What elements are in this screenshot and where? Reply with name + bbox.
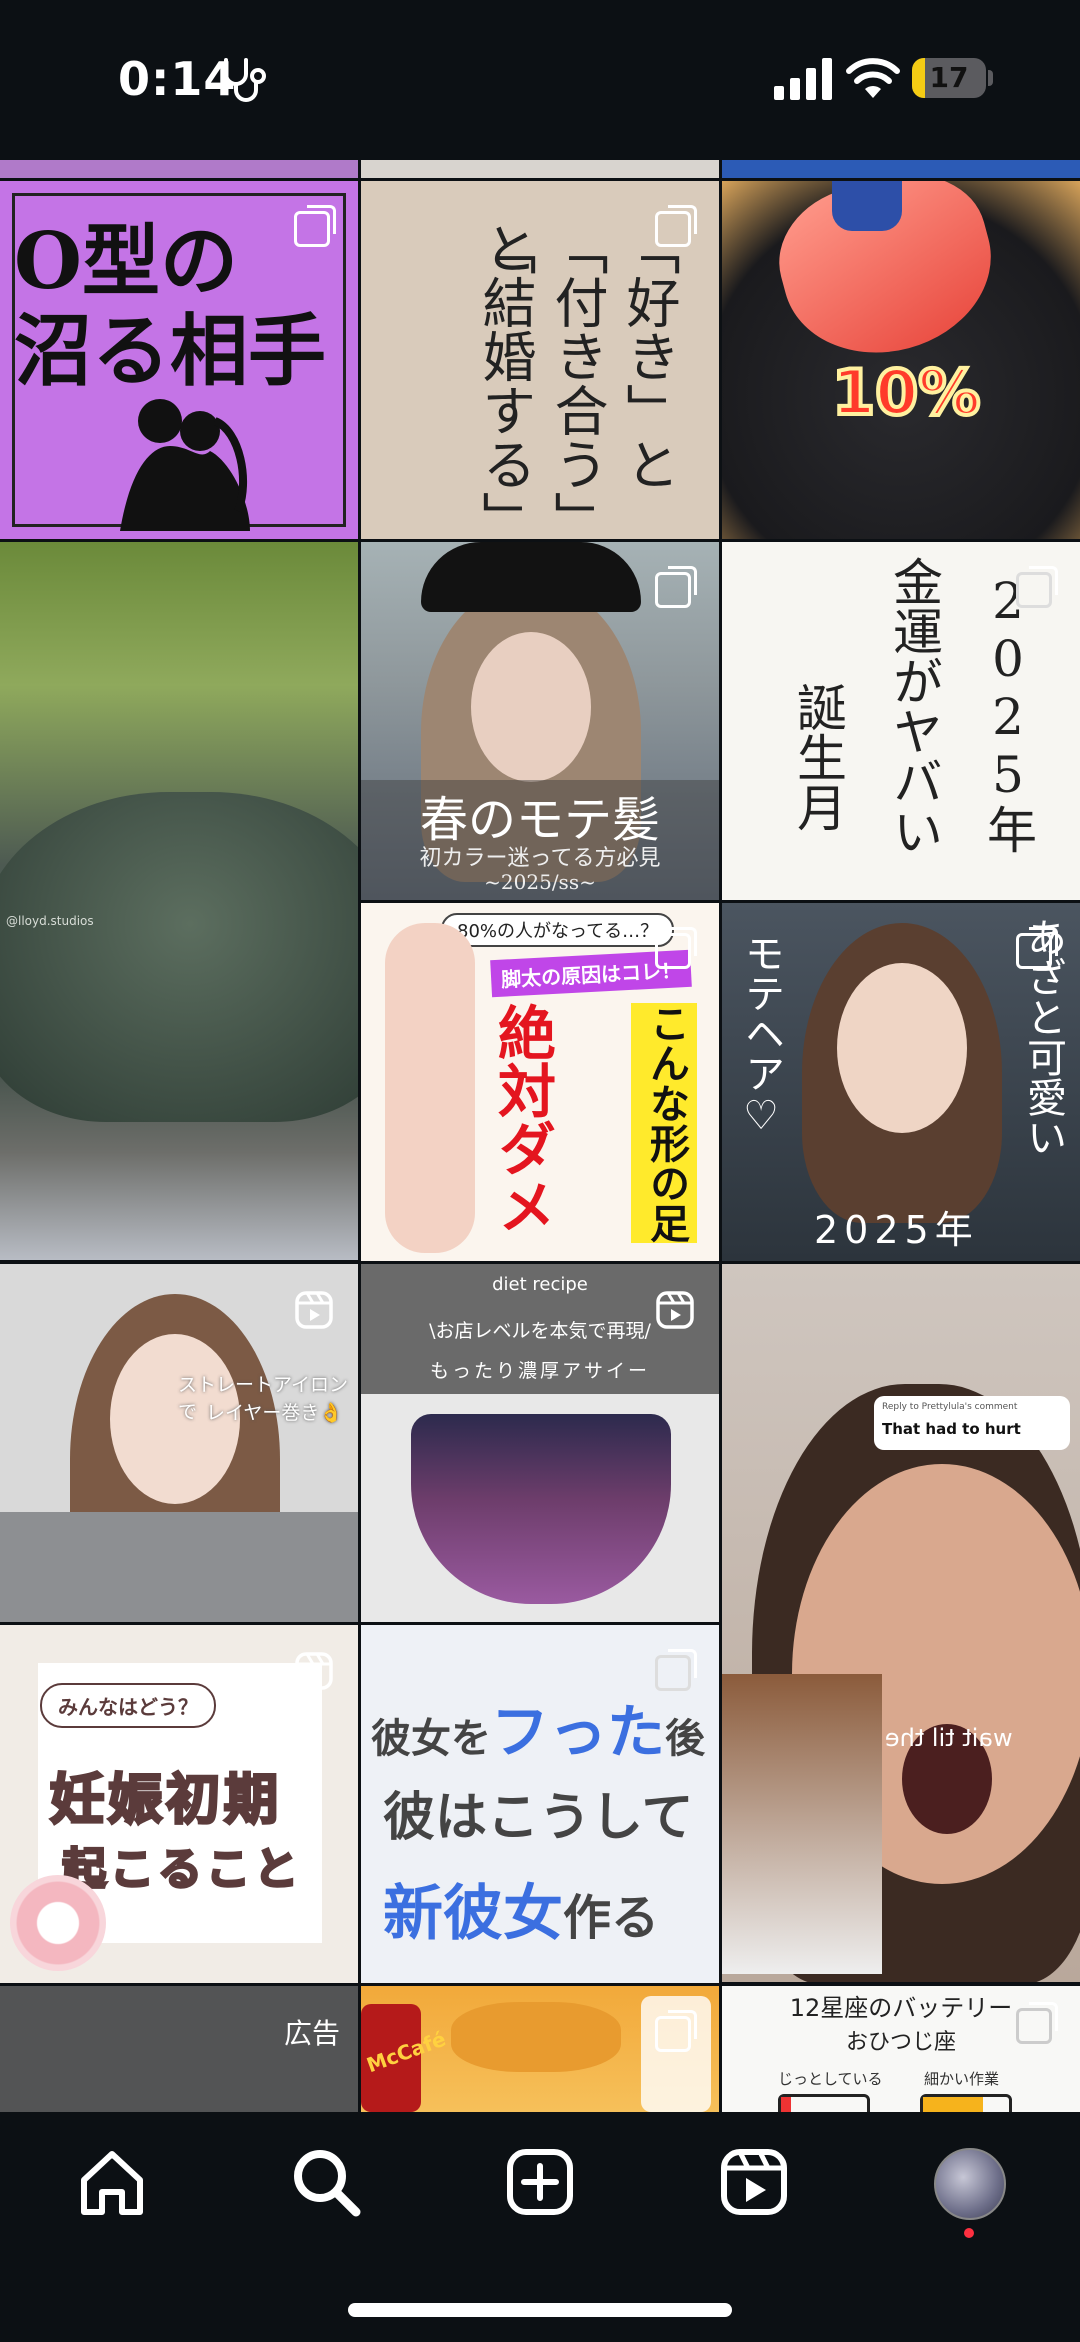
carousel-icon xyxy=(655,566,697,608)
grid-tile-mote-hair[interactable]: モテヘア♡ あざと可愛い 2025年 xyxy=(722,903,1080,1261)
reels-icon[interactable] xyxy=(714,2142,794,2222)
wifi-icon xyxy=(846,58,900,98)
grid-tile-money-luck[interactable]: 2025年 金運がヤバい 誕生月 xyxy=(722,542,1080,900)
couple-silhouette-icon xyxy=(120,399,250,531)
reply-bubble: Reply to Prettylula's comment That had t… xyxy=(874,1396,1070,1450)
carousel-icon xyxy=(655,205,697,247)
tile-text: 後 xyxy=(665,1716,706,1762)
grid-tile-reaction[interactable]: Reply to Prettylula's comment That had t… xyxy=(722,1264,1080,1982)
tile-subtitle: 初カラー迷ってる方必見 xyxy=(419,846,661,871)
tile-side: こんな形の足 xyxy=(631,1003,697,1243)
tile-title: O型の 沼る相手 xyxy=(14,217,326,397)
tile-line: 彼女をフった後 xyxy=(371,1685,705,1769)
grid-tile-crocodile[interactable]: @lloyd.studios xyxy=(0,542,358,1260)
carousel-icon xyxy=(655,1649,697,1691)
battery-icon: 17 xyxy=(912,58,986,98)
face-image xyxy=(471,632,591,782)
leg-image xyxy=(385,923,475,1253)
tile-line: 起こること xyxy=(61,1843,302,1897)
cellular-signal-icon xyxy=(774,58,832,100)
create-icon[interactable] xyxy=(500,2142,580,2222)
tile-left: モテヘア♡ xyxy=(738,933,784,1139)
tile-col: 金運がヤバい xyxy=(885,556,943,856)
grid-tile-acai[interactable]: diet recipe \お店レベルを本気で再現/ もったり濃厚アサイー xyxy=(361,1264,719,1622)
battery-tip xyxy=(988,70,993,86)
battery-graphic-fill xyxy=(781,2097,791,2112)
grid-tile-o-type[interactable]: O型の 沼る相手 xyxy=(0,181,358,539)
tile-text-accent: フった xyxy=(491,1698,666,1766)
tile-line: もったり濃厚アサイー xyxy=(429,1360,650,1382)
tile-bottom: 2025年 xyxy=(814,1208,979,1252)
tile-bubble: みんなはどう？ xyxy=(40,1683,216,1728)
grid-tile-legs[interactable]: 80%の人がなってる…？ 脚太の原因はコレ！ 絶対ダメ こんな形の足 xyxy=(361,903,719,1261)
carousel-icon xyxy=(655,2010,697,2052)
tile-label: 細かい作業 xyxy=(924,2070,1000,2088)
reply-header: Reply to Prettylula's comment xyxy=(882,1402,1018,1412)
carousel-icon xyxy=(294,205,336,247)
search-icon[interactable] xyxy=(286,2142,366,2222)
carousel-icon xyxy=(655,927,697,969)
tile-text-accent: 新彼女 xyxy=(383,1879,563,1949)
bottle-image xyxy=(832,181,902,231)
tile-caption: レイヤー巻き👌 xyxy=(206,1402,344,1424)
grid-tile-partial[interactable] xyxy=(0,160,358,178)
explore-grid: O型の 沼る相手 「好き」と 「付き合う」と 「結婚する」 10% @lloyd… xyxy=(0,160,1080,2112)
grid-tile-breakup[interactable]: 彼女をフった後 彼はこうして 新彼女作る xyxy=(361,1625,719,1983)
crocodile-image xyxy=(0,792,358,1122)
tile-label: じっとしている xyxy=(778,2070,883,2088)
nuggets-image xyxy=(451,2002,621,2072)
tile-caption: 10% xyxy=(830,354,982,431)
cap-image xyxy=(421,542,641,612)
tile-date: ~2025/ss~ xyxy=(484,870,596,894)
tile-col: 「好き」と xyxy=(617,221,680,491)
battery-graphic xyxy=(778,2094,870,2112)
home-indicator xyxy=(348,2303,732,2317)
carousel-icon xyxy=(1016,566,1058,608)
grid-tile-spring-hair[interactable]: 春のモテ髪 初カラー迷ってる方必見 ~2025/ss~ xyxy=(361,542,719,900)
grid-tile-partial[interactable] xyxy=(361,160,719,178)
ad-label: 広告 xyxy=(283,2017,340,2050)
grid-tile-partial[interactable] xyxy=(722,160,1080,178)
notification-dot xyxy=(964,2228,974,2238)
reel-icon xyxy=(295,1652,333,1690)
battery-graphic xyxy=(920,2094,1012,2112)
greenscreen-person-image xyxy=(722,1674,882,1974)
grid-tile-straight-iron[interactable]: ストレートアイロンで レイヤー巻き👌 xyxy=(0,1264,358,1622)
grid-tile-mcd[interactable]: McCafé xyxy=(361,1986,719,2112)
profile-avatar[interactable] xyxy=(934,2148,1006,2220)
tile-text: 彼女を xyxy=(371,1716,491,1762)
tile-text: 作る xyxy=(563,1890,660,1946)
watermark: @lloyd.studios xyxy=(6,914,94,928)
tile-top: 80%の人がなってる…？ xyxy=(441,913,675,947)
tile-col: 2025年 xyxy=(979,572,1037,854)
tile-big: 絶対ダメ xyxy=(488,1003,556,1235)
rosette-image xyxy=(10,1875,106,1971)
tile-col: 誕生月 xyxy=(789,682,847,832)
grid-tile-love-phrases[interactable]: 「好き」と 「付き合う」と 「結婚する」 xyxy=(361,181,719,539)
carousel-icon xyxy=(1016,2002,1058,2044)
battery-graphic-fill xyxy=(923,2097,983,2112)
carousel-icon xyxy=(1016,927,1058,969)
acai-bowl-image xyxy=(411,1414,671,1604)
battery-percent: 17 xyxy=(929,61,969,94)
grid-tile-ad[interactable]: 広告 xyxy=(0,1986,358,2112)
status-time: 0:14 xyxy=(118,52,237,106)
stethoscope-icon xyxy=(224,58,266,102)
grid-tile-pregnancy[interactable]: みんなはどう？ 妊娠初期 起こること xyxy=(0,1625,358,1983)
grid-tile-zodiac[interactable]: 12星座のバッテリー おひつじ座 じっとしている 細かい作業 xyxy=(722,1986,1080,2112)
reel-icon xyxy=(656,1291,694,1329)
home-icon[interactable] xyxy=(72,2142,152,2222)
tile-line: 彼はこうして xyxy=(383,1788,694,1848)
grid-tile-sashimi[interactable]: 10% xyxy=(722,181,1080,539)
face-image xyxy=(837,963,967,1133)
tile-title-line: 沼る相手 xyxy=(14,306,327,397)
sweater-image xyxy=(0,1512,358,1622)
tile-col: 「結婚する」 xyxy=(473,221,536,539)
reel-icon xyxy=(295,1291,333,1329)
tile-line: 新彼女作る xyxy=(383,1865,659,1952)
reply-text: That had to hurt xyxy=(882,1420,1021,1438)
tile-title-line: O型の xyxy=(14,216,238,307)
tile-line: 妊娠初期 xyxy=(49,1767,282,1833)
status-bar: 0:14 17 xyxy=(0,0,1080,160)
